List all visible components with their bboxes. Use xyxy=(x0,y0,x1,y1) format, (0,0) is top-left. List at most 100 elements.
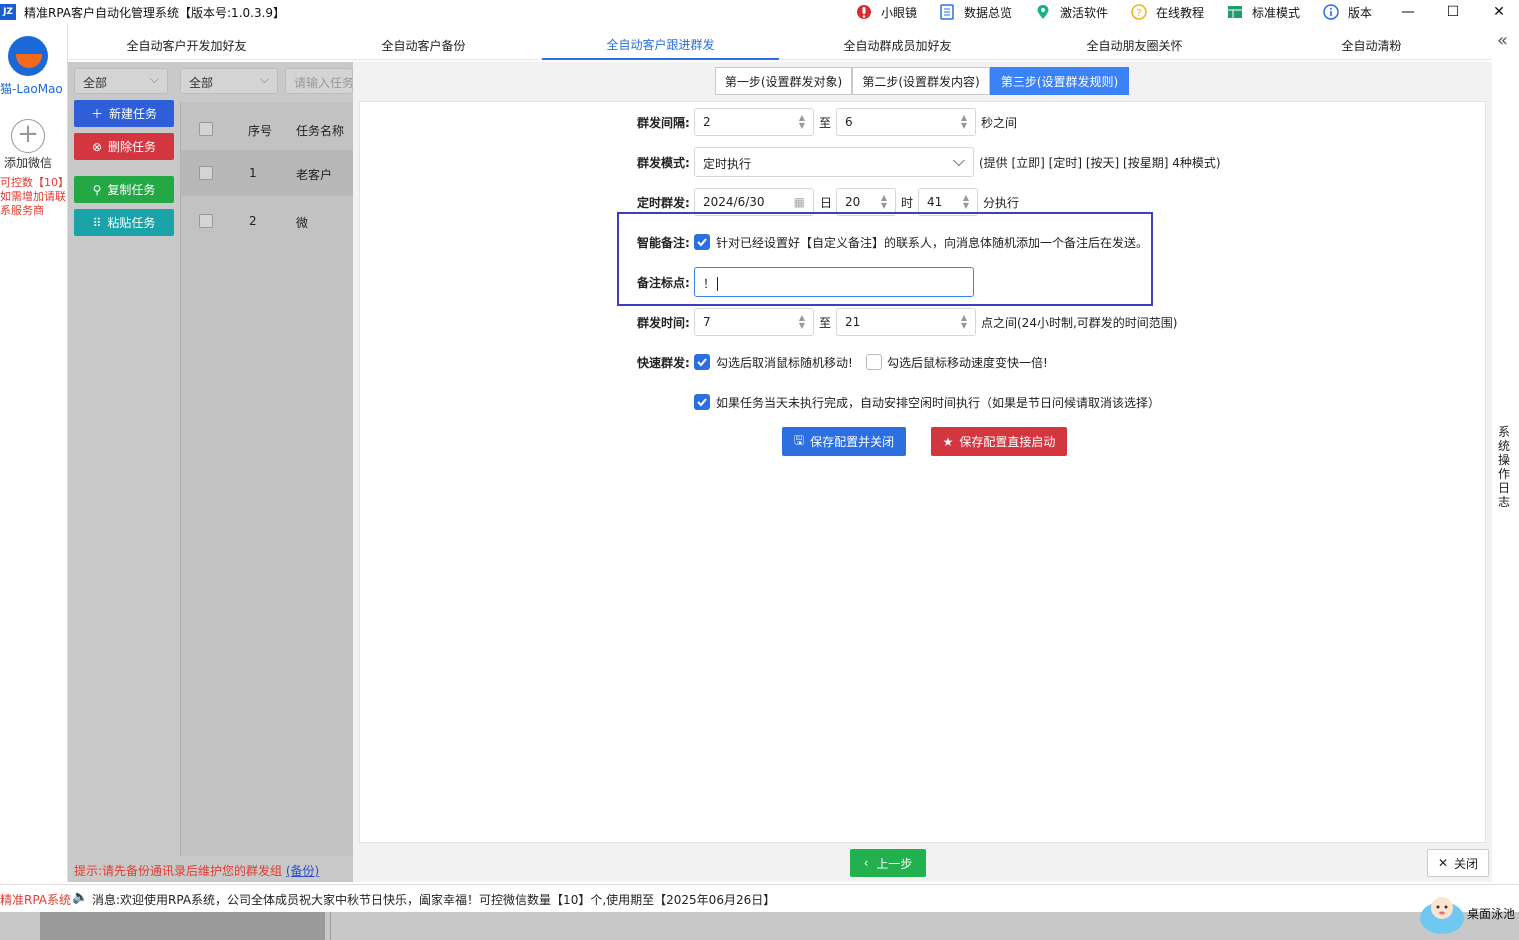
table-row[interactable]: 2 微 xyxy=(181,198,354,244)
tab-clean-fans[interactable]: 全自动清粉 xyxy=(1253,30,1490,60)
delete-task-button[interactable]: ⊗ 删除任务 xyxy=(74,133,174,160)
filter-select-1[interactable]: 全部 ⌵ xyxy=(74,68,168,94)
toolbar-mode[interactable]: 标准模式 xyxy=(1226,2,1300,22)
new-task-button[interactable]: ＋ 新建任务 xyxy=(74,100,174,127)
interval-from-value: 2 xyxy=(703,115,711,129)
spinner-icon[interactable]: ▲ ▼ xyxy=(797,314,807,330)
tab-followup-broadcast[interactable]: 全自动客户跟进群发 xyxy=(542,30,779,60)
tab-customer-backup[interactable]: 全自动客户备份 xyxy=(305,30,542,60)
scheduled-minute-value: 41 xyxy=(927,195,943,209)
task-table: 序号 任务名称 1 老客户 2 微 xyxy=(180,102,354,856)
toolbar-version[interactable]: 版本 xyxy=(1322,2,1372,22)
row-checkbox[interactable] xyxy=(199,214,213,228)
toolbar-mode-label: 标准模式 xyxy=(1252,5,1301,20)
spinner-icon[interactable]: ▲ ▼ xyxy=(959,314,969,330)
time-to-input[interactable]: 21 ▲ ▼ xyxy=(836,308,976,336)
day-word: 日 xyxy=(820,196,833,210)
collapse-icon[interactable]: « xyxy=(1497,30,1508,51)
add-wechat-label[interactable]: 添加微信 xyxy=(4,154,52,171)
prev-step-label: 上一步 xyxy=(876,856,913,871)
prev-step-button[interactable]: ‹ 上一步 xyxy=(850,849,926,877)
task-search-input[interactable]: 请输入任务 xyxy=(285,68,353,94)
info-icon xyxy=(1322,3,1340,21)
close-button[interactable]: ✕ 关闭 xyxy=(1427,849,1489,877)
fast-opt1-checkbox[interactable] xyxy=(694,354,710,370)
system-log-toggle[interactable]: 系统操作日志 xyxy=(1498,425,1512,509)
interval-to-input[interactable]: 6 ▲ ▼ xyxy=(836,108,976,136)
copy-task-label: 复制任务 xyxy=(107,183,156,197)
mode-select[interactable]: 定时执行 ⌵ xyxy=(694,147,974,177)
toolbar-version-label: 版本 xyxy=(1348,5,1373,20)
auto-resume-checkbox[interactable] xyxy=(694,394,710,410)
spinner-icon[interactable]: ▲ ▼ xyxy=(797,114,807,130)
tab-customer-dev[interactable]: 全自动客户开发加好友 xyxy=(68,30,305,60)
paste-task-button[interactable]: ⠿ 粘贴任务 xyxy=(74,209,174,236)
desktop-pet-icon[interactable] xyxy=(1418,890,1466,936)
close-icon: ✕ xyxy=(1437,856,1449,870)
add-circle-icon[interactable]: + xyxy=(11,119,45,153)
spinner-icon[interactable]: ▲ ▼ xyxy=(959,114,969,130)
mode-label: 群发模式: xyxy=(637,156,690,170)
avatar[interactable] xyxy=(8,36,48,76)
toolbar-data[interactable]: 数据总览 xyxy=(938,2,1012,22)
toolbar-activate[interactable]: 激活软件 xyxy=(1034,2,1108,22)
toolbar-data-label: 数据总览 xyxy=(964,5,1013,20)
smart-note-text: 针对已经设置好【自定义备注】的联系人，向消息体随机添加一个备注后在发送。 xyxy=(716,236,1149,250)
chevron-down-icon: ⌵ xyxy=(952,151,965,170)
main-tabs: 全自动客户开发加好友 全自动客户备份 全自动客户跟进群发 全自动群成员加好友 全… xyxy=(68,30,1492,60)
delete-task-label: 删除任务 xyxy=(108,140,157,154)
toolbar-activate-label: 激活软件 xyxy=(1060,5,1109,20)
tab-moments-care[interactable]: 全自动朋友圈关怀 xyxy=(1016,30,1253,60)
maximize-button[interactable]: ☐ xyxy=(1430,0,1476,24)
filter-select-2[interactable]: 全部 ⌵ xyxy=(180,68,278,94)
help-icon: ? xyxy=(1130,3,1148,21)
time-range-label: 群发时间: xyxy=(637,316,690,330)
row-checkbox[interactable] xyxy=(199,166,213,180)
taskbar-item[interactable] xyxy=(40,912,325,940)
save-start-label: 保存配置直接启动 xyxy=(959,435,1056,449)
note-mark-input[interactable]: ！ xyxy=(694,267,974,297)
scheduled-hour-value: 20 xyxy=(845,195,861,209)
desktop-taskbar xyxy=(0,912,1519,940)
toolbar-tutorial-label: 在线教程 xyxy=(1156,5,1205,20)
mode-select-value: 定时执行 xyxy=(703,157,752,171)
save-close-label: 保存配置并关闭 xyxy=(810,435,895,449)
interval-from-input[interactable]: 2 ▲ ▼ xyxy=(694,108,814,136)
tab-group-member-add[interactable]: 全自动群成员加好友 xyxy=(779,30,1016,60)
interval-to-value: 6 xyxy=(845,115,853,129)
speaker-icon: 🔈 xyxy=(72,890,89,905)
text-cursor xyxy=(717,277,722,291)
toolbar-eye[interactable]: 小眼镜 xyxy=(855,2,917,22)
mode-note: (提供 [立即] [定时] [按天] [按星期] 4种模式) xyxy=(979,156,1221,170)
backup-link[interactable]: (备份) xyxy=(286,864,319,878)
toolbar-tutorial[interactable]: ? 在线教程 xyxy=(1130,2,1204,22)
spinner-icon[interactable]: ▲ ▼ xyxy=(961,194,971,210)
taskbar-divider xyxy=(330,912,331,940)
spinner-icon[interactable]: ▲ ▼ xyxy=(879,194,889,210)
time-from-input[interactable]: 7 ▲ ▼ xyxy=(694,308,814,336)
desktop-pet-label: 桌面泳池 xyxy=(1467,907,1516,921)
fast-opt2-checkbox[interactable] xyxy=(866,354,882,370)
close-label: 关闭 xyxy=(1454,856,1479,871)
copy-task-button[interactable]: ⚲ 复制任务 xyxy=(74,176,174,203)
row-index: 2 xyxy=(249,214,257,228)
note-mark-label: 备注标点: xyxy=(637,276,690,290)
minimize-button[interactable]: — xyxy=(1385,0,1431,24)
task-panel: 全部 ⌵ 全部 ⌵ 请输入任务 ＋ 新建任务 ⊗ 删除任务 ⚲ 复制任务 ⠿ 粘贴任务 序号… xyxy=(68,62,354,882)
step-3-tab[interactable]: 第三步(设置群发规则) xyxy=(990,67,1129,95)
close-window-button[interactable]: ✕ xyxy=(1476,0,1519,24)
chevron-down-icon: ⌵ xyxy=(149,72,159,86)
table-row[interactable]: 1 老客户 xyxy=(181,150,354,196)
row-index: 1 xyxy=(249,166,257,180)
calendar-icon[interactable]: ▦ xyxy=(794,195,805,209)
time-to-word: 至 xyxy=(819,316,832,330)
backup-hint: 提示:请先备份通讯录后维护您的群发组 (备份) xyxy=(74,862,319,879)
eye-icon xyxy=(855,3,873,21)
step-1-tab[interactable]: 第一步(设置群发对象) xyxy=(715,67,852,95)
smart-note-checkbox[interactable] xyxy=(694,234,710,250)
save-close-button[interactable]: 🖫 保存配置并关闭 xyxy=(782,427,906,456)
step-2-tab[interactable]: 第二步(设置群发内容) xyxy=(852,67,990,95)
select-all-checkbox[interactable] xyxy=(199,122,213,136)
save-start-button[interactable]: ★ 保存配置直接启动 xyxy=(931,427,1067,456)
new-task-label: 新建任务 xyxy=(109,107,158,121)
